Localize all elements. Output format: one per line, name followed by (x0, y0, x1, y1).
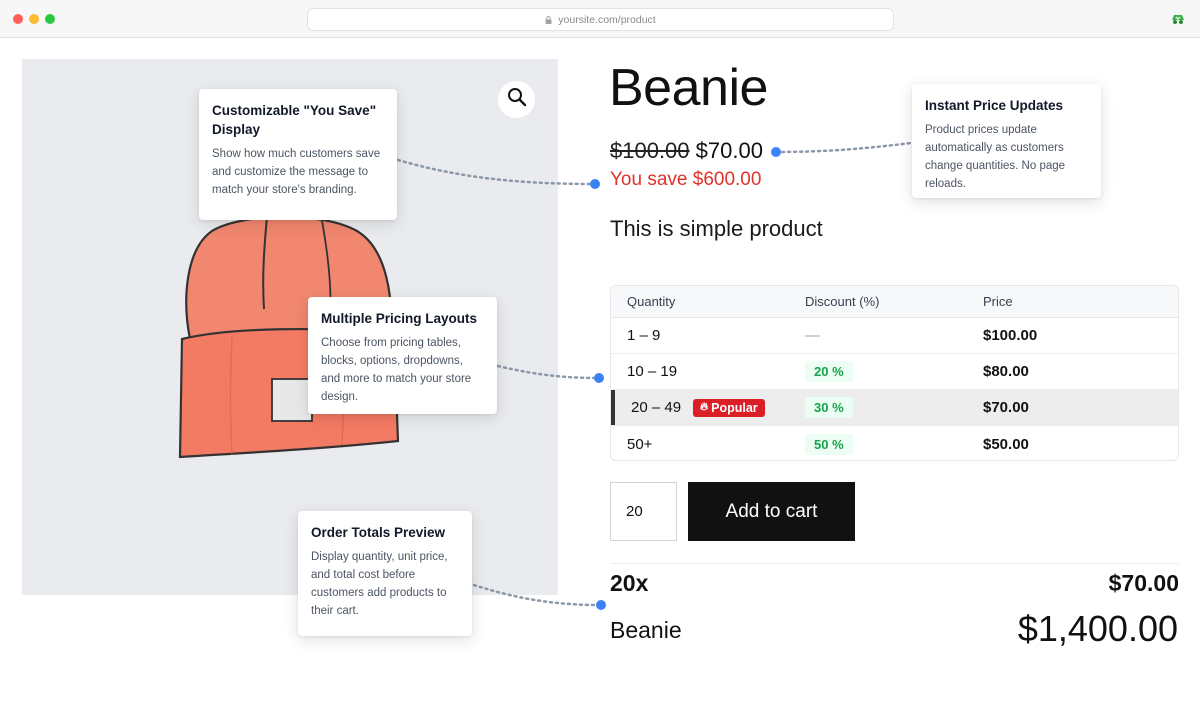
callout-text: Display quantity, unit price, and total … (311, 551, 448, 617)
quantity-input[interactable] (610, 482, 677, 541)
you-save-dot (590, 179, 600, 189)
row-quantity: 10 – 19 (627, 363, 678, 380)
callout-title: Multiple Pricing Layouts (321, 311, 478, 326)
row-price: $50.00 (983, 435, 1029, 453)
browser-chrome: yoursite.com/product (0, 0, 1200, 38)
url-text: yoursite.com/product (558, 13, 656, 26)
header-discount: Discount (%) (805, 294, 880, 309)
row-price: $80.00 (983, 363, 1029, 380)
totals-total-price: $1,400.00 (1017, 608, 1178, 649)
address-bar[interactable]: yoursite.com/product (307, 8, 894, 31)
callout-title: Instant Price Updates (925, 98, 1064, 113)
callout-order-totals: Order Totals Preview Display quantity, u… (298, 511, 472, 636)
you-save-text: You save $600.00 (610, 169, 762, 190)
row-price: $70.00 (983, 399, 1029, 416)
close-window-button[interactable] (13, 14, 23, 24)
callout-text: Product prices update automatically as c… (925, 124, 1066, 190)
price-row: $100.00 $70.00 (610, 138, 763, 164)
sale-price: $70.00 (695, 138, 763, 163)
row-quantity: 20 – 49 🔥︎ Popular (611, 398, 789, 417)
search-icon (507, 87, 527, 112)
row-quantity: 50+ (627, 435, 653, 453)
zoom-button[interactable] (498, 81, 535, 118)
totals-quantity: 20x (610, 570, 649, 596)
table-row[interactable]: 10 – 19 20 % $80.00 (611, 354, 1178, 390)
callout-pricing-layouts: Multiple Pricing Layouts Choose from pri… (308, 297, 497, 414)
price-dot (771, 147, 781, 157)
table-row[interactable]: 50+ 50 % $50.00 (611, 426, 1178, 460)
lock-icon (545, 15, 552, 24)
header-quantity: Quantity (627, 294, 676, 309)
add-to-cart-button[interactable]: Add to cart (688, 482, 855, 541)
callout-text: Show how much customers save and customi… (212, 148, 381, 196)
discount-badge: 50 % (805, 433, 853, 455)
regular-price: $100.00 (610, 138, 690, 163)
callout-you-save: Customizable "You Save" Display Show how… (199, 89, 397, 220)
maximize-window-button[interactable] (45, 14, 55, 24)
pricing-table-dot (594, 373, 604, 383)
minimize-window-button[interactable] (29, 14, 39, 24)
table-row-selected[interactable]: 20 – 49 🔥︎ Popular 30 % $70.00 (611, 390, 1178, 426)
extension-icon[interactable] (1170, 11, 1186, 27)
row-quantity: 1 – 9 (627, 327, 661, 344)
callout-text: Choose from pricing tables, blocks, opti… (321, 337, 472, 403)
table-row[interactable]: 1 – 9 — $100.00 (611, 318, 1178, 354)
product-title: Beanie (609, 59, 768, 117)
short-description: This is simple product (610, 216, 823, 241)
row-price: $100.00 (983, 327, 1038, 344)
popular-label: Popular (711, 400, 758, 415)
flame-icon: 🔥︎ (700, 401, 709, 413)
pricing-table: Quantity Discount (%) Price 1 – 9 — $100… (610, 285, 1179, 461)
totals-divider (610, 563, 1179, 564)
totals-unit-price: $70.00 (1108, 570, 1179, 596)
callout-instant-price: Instant Price Updates Product prices upd… (912, 84, 1101, 198)
discount-badge: 20 % (805, 361, 853, 382)
row-discount: — (805, 327, 820, 344)
table-header: Quantity Discount (%) Price (611, 286, 1178, 318)
callout-title: Order Totals Preview (311, 525, 446, 540)
row-quantity-text: 20 – 49 (631, 399, 682, 416)
popular-badge: 🔥︎ Popular (693, 398, 765, 417)
totals-dot (596, 600, 606, 610)
header-price: Price (983, 294, 1013, 309)
discount-badge: 30 % (805, 397, 853, 418)
totals-product-name: Beanie (610, 617, 682, 643)
callout-title: Customizable "You Save" Display (212, 103, 377, 137)
